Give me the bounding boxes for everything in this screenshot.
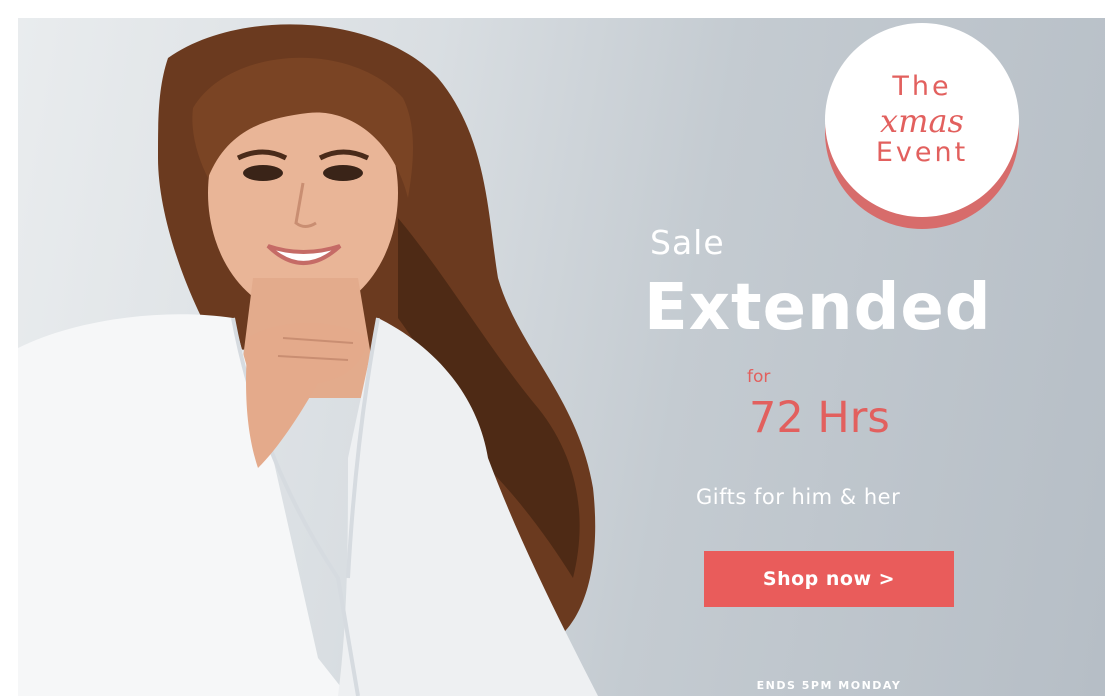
duration-prefix: for bbox=[747, 367, 771, 387]
headline-extended: Extended bbox=[644, 271, 992, 345]
badge-line-event: Event bbox=[875, 137, 969, 168]
promo-banner[interactable]: The xmas Event Sale Extended for 72 Hrs … bbox=[18, 18, 1105, 696]
duration-hours: 72 Hrs bbox=[749, 393, 890, 443]
badge-line-the: The bbox=[892, 71, 952, 102]
footer-note: ENDS 5PM MONDAY bbox=[756, 679, 902, 692]
headline-sale: Sale bbox=[650, 223, 725, 262]
badge-circle: The xmas Event bbox=[825, 23, 1019, 217]
shop-now-button[interactable]: Shop now > bbox=[704, 551, 954, 607]
model-photo bbox=[18, 24, 598, 696]
badge-line-xmas: xmas bbox=[880, 102, 964, 140]
subtitle: Gifts for him & her bbox=[696, 485, 901, 509]
xmas-event-badge: The xmas Event bbox=[821, 23, 1023, 233]
